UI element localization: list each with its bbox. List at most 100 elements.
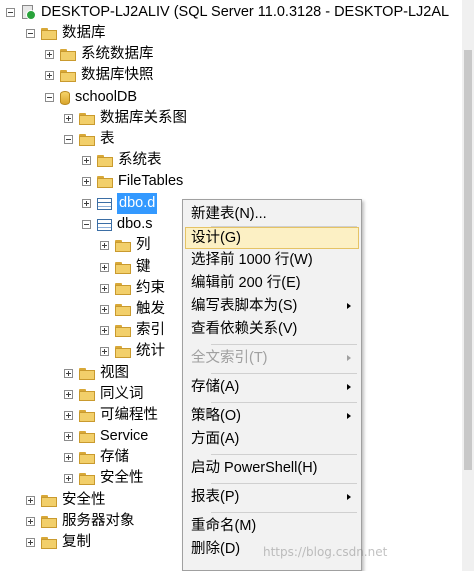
tree-node-programmability[interactable]: 可编程性 (64, 405, 158, 426)
folder-icon (79, 430, 95, 443)
menu-item-facets[interactable]: 方面(A) (185, 428, 359, 450)
tree-node-server-objects[interactable]: 服务器对象 (26, 511, 135, 532)
tree-node-views[interactable]: 视图 (64, 363, 129, 384)
expand-icon[interactable] (26, 538, 35, 547)
folder-icon (41, 515, 57, 528)
expand-icon[interactable] (64, 390, 73, 399)
tree-node-statistics[interactable]: 统计 (100, 341, 165, 362)
tree-node-label: 触发 (136, 301, 165, 317)
menu-item-rename[interactable]: 重命名(M) (185, 515, 359, 537)
expand-icon[interactable] (64, 432, 73, 441)
expand-icon[interactable] (26, 496, 35, 505)
tree-node-label: 约束 (136, 280, 165, 296)
expand-icon[interactable] (100, 241, 109, 250)
expand-icon[interactable] (64, 369, 73, 378)
table-icon (97, 197, 112, 210)
collapse-icon[interactable] (26, 29, 35, 38)
tree-node-filetables[interactable]: FileTables (82, 171, 183, 192)
collapse-icon[interactable] (45, 93, 54, 102)
menu-item-storage[interactable]: 存储(A) (185, 376, 359, 398)
tree-node-db-diagrams[interactable]: 数据库关系图 (64, 108, 187, 129)
submenu-arrow-icon (347, 303, 351, 309)
tree-node-replication[interactable]: 复制 (26, 532, 91, 553)
folder-icon (60, 69, 76, 82)
folder-icon (41, 536, 57, 549)
folder-icon (41, 27, 57, 40)
tree-node-label: 统计 (136, 343, 165, 359)
expand-icon[interactable] (26, 517, 35, 526)
menu-item-label: 重命名(M) (191, 518, 257, 534)
menu-item-policies[interactable]: 策略(O) (185, 405, 359, 427)
tree-node-schooldb[interactable]: schoolDB (45, 87, 137, 108)
tree-node-columns[interactable]: 列 (100, 235, 151, 256)
folder-icon (115, 303, 131, 316)
expand-icon[interactable] (100, 284, 109, 293)
expand-icon[interactable] (100, 326, 109, 335)
tree-node-triggers[interactable]: 触发 (100, 299, 165, 320)
collapse-icon[interactable] (6, 8, 15, 17)
tree-node-label: schoolDB (75, 89, 138, 105)
menu-item-reports[interactable]: 报表(P) (185, 486, 359, 508)
expand-icon[interactable] (100, 347, 109, 356)
menu-item-select-top-rows[interactable]: 选择前 1000 行(W) (185, 249, 359, 271)
folder-icon (115, 282, 131, 295)
tree-node-label: 数据库 (62, 25, 106, 41)
tree-node-keys[interactable]: 键 (100, 257, 151, 278)
menu-item-script-table-as[interactable]: 编写表脚本为(S) (185, 295, 359, 317)
menu-item-design[interactable]: 设计(G) (185, 227, 359, 249)
tree-node-table-dbo-d[interactable]: dbo.d (82, 193, 158, 214)
tree-node-label: 存储 (100, 449, 129, 465)
expand-icon[interactable] (45, 71, 54, 80)
menu-item-label: 编辑前 200 行(E) (191, 275, 301, 291)
menu-item-label: 存储(A) (191, 379, 240, 395)
tree-node-label: 列 (136, 237, 151, 253)
tree-node-label: dbo.s (117, 216, 153, 232)
scrollbar-thumb[interactable] (464, 50, 472, 470)
tree-node-db-snapshots[interactable]: 数据库快照 (45, 65, 154, 86)
expand-icon[interactable] (64, 114, 73, 123)
tree-node-server[interactable]: DESKTOP-LJ2ALIV (SQL Server 11.0.3128 - … (6, 2, 449, 23)
folder-icon (79, 112, 95, 125)
tree-node-table-dbo-s[interactable]: dbo.s (82, 214, 152, 235)
menu-item-fulltext-index: 全文索引(T) (185, 347, 359, 369)
menu-item-start-powershell[interactable]: 启动 PowerShell(H) (185, 457, 359, 479)
tree-node-databases[interactable]: 数据库 (26, 23, 106, 44)
menu-item-label: 设计(G) (191, 230, 241, 246)
tree-node-security-db[interactable]: 安全性 (64, 468, 144, 489)
submenu-arrow-icon (347, 413, 351, 419)
expand-icon[interactable] (82, 177, 91, 186)
table-icon (97, 218, 112, 231)
folder-icon (115, 345, 131, 358)
tree-node-storage[interactable]: 存储 (64, 447, 129, 468)
expand-icon[interactable] (82, 156, 91, 165)
expand-icon[interactable] (64, 474, 73, 483)
menu-separator (211, 512, 357, 513)
menu-item-new-table[interactable]: 新建表(N)... (185, 203, 359, 225)
tree-node-indexes[interactable]: 索引 (100, 320, 165, 341)
vertical-scrollbar[interactable] (462, 0, 474, 571)
expand-icon[interactable] (64, 453, 73, 462)
tree-node-label: 服务器对象 (62, 513, 135, 529)
menu-item-edit-top-rows[interactable]: 编辑前 200 行(E) (185, 272, 359, 294)
menu-item-label: 编写表脚本为(S) (191, 298, 298, 314)
folder-icon (115, 261, 131, 274)
expand-icon[interactable] (82, 199, 91, 208)
menu-item-view-dependencies[interactable]: 查看依赖关系(V) (185, 318, 359, 340)
tree-node-security[interactable]: 安全性 (26, 490, 106, 511)
menu-item-label: 全文索引(T) (191, 350, 268, 366)
tree-node-system-tables[interactable]: 系统表 (82, 150, 162, 171)
tree-node-synonyms[interactable]: 同义词 (64, 384, 144, 405)
expand-icon[interactable] (64, 411, 73, 420)
tree-node-service-broker[interactable]: Service (64, 426, 148, 447)
expand-icon[interactable] (45, 50, 54, 59)
tree-node-label-selected: dbo.d (117, 193, 158, 214)
tree-node-tables[interactable]: 表 (64, 129, 115, 150)
tree-node-label: 安全性 (100, 470, 144, 486)
tree-node-system-databases[interactable]: 系统数据库 (45, 44, 154, 65)
collapse-icon[interactable] (64, 135, 73, 144)
tree-node-constraints[interactable]: 约束 (100, 278, 165, 299)
folder-icon (79, 388, 95, 401)
expand-icon[interactable] (100, 305, 109, 314)
collapse-icon[interactable] (82, 220, 91, 229)
expand-icon[interactable] (100, 263, 109, 272)
